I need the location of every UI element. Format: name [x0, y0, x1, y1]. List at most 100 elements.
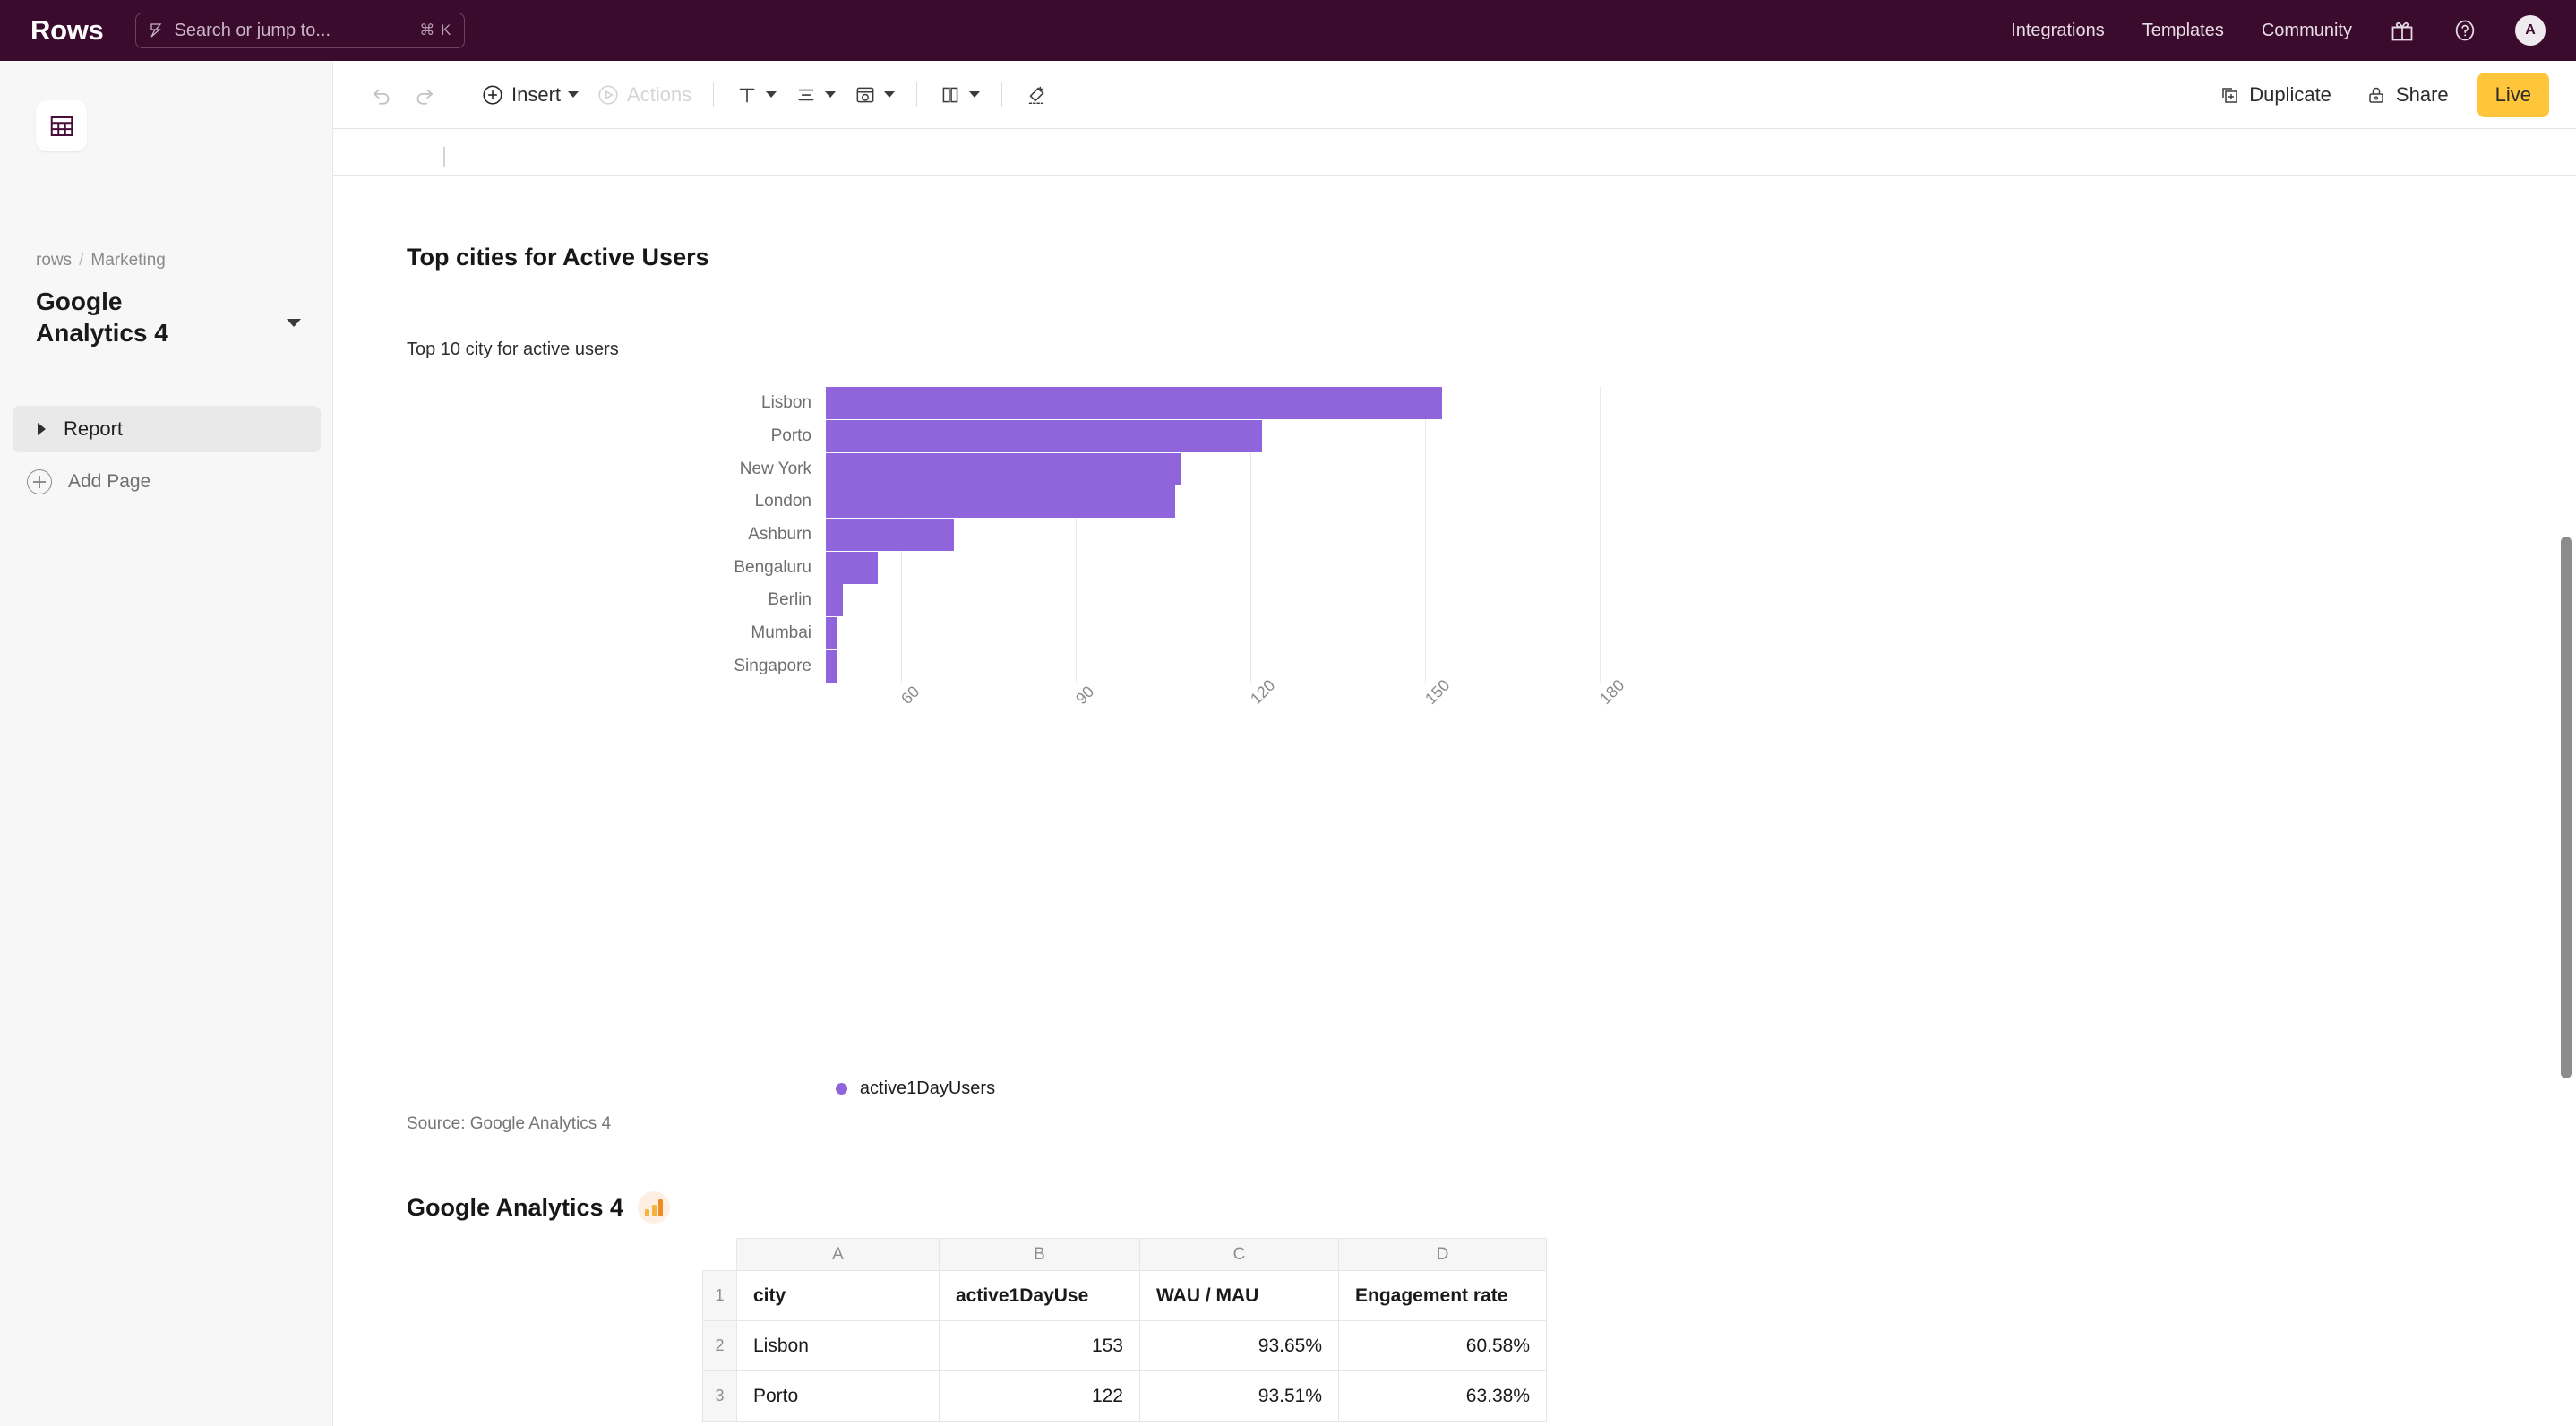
- cell-a3[interactable]: Porto: [736, 1370, 940, 1422]
- y-axis-category-label: Bengaluru: [734, 557, 811, 577]
- live-button[interactable]: Live: [2477, 72, 2549, 117]
- cell-d1[interactable]: Engagement rate: [1338, 1270, 1547, 1321]
- chevron-right-icon[interactable]: [38, 423, 46, 435]
- text-format-button[interactable]: [726, 73, 786, 116]
- chart-bar[interactable]: [826, 584, 844, 617]
- sidebar-item-label: Report: [64, 417, 124, 440]
- align-button[interactable]: [786, 73, 845, 116]
- theme-palette-button[interactable]: [845, 73, 904, 116]
- cell-b1[interactable]: active1DayUse: [939, 1270, 1140, 1321]
- cell-d2[interactable]: 60.58%: [1338, 1320, 1547, 1371]
- chart-gridline: [1424, 387, 1426, 683]
- chart-bar-row[interactable]: Mumbai: [751, 617, 837, 649]
- chart-bar[interactable]: [826, 452, 1181, 485]
- cell-b2[interactable]: 153: [939, 1320, 1140, 1371]
- chart-bar-row[interactable]: Singapore: [734, 649, 837, 683]
- y-axis-category-label: Berlin: [768, 590, 811, 610]
- redo-button[interactable]: [403, 73, 446, 116]
- chart-bar[interactable]: [826, 485, 1175, 519]
- chart-bar-row[interactable]: New York: [740, 452, 1181, 485]
- chart-bar[interactable]: [826, 617, 837, 649]
- actions-label: Actions: [627, 82, 692, 106]
- y-axis-category-label: Singapore: [734, 656, 811, 675]
- nav-templates[interactable]: Templates: [2142, 21, 2224, 41]
- bolt-icon: [149, 22, 163, 39]
- breadcrumb-folder[interactable]: Marketing: [90, 251, 165, 271]
- chart-title: Top cities for Active Users: [407, 244, 709, 271]
- add-page-button[interactable]: Add Page: [27, 469, 150, 494]
- table-row: 3 Porto 122 93.51% 63.38%: [702, 1370, 1547, 1422]
- chart-bar[interactable]: [826, 387, 1443, 420]
- layout-button[interactable]: [930, 73, 989, 116]
- sidebar-item-report[interactable]: Report: [13, 406, 321, 452]
- chart-bar-row[interactable]: Berlin: [768, 584, 844, 617]
- cell-c2[interactable]: 93.65%: [1139, 1320, 1339, 1371]
- toolbar-left-group: Insert Actions: [333, 73, 1058, 116]
- toolbar-divider: [916, 82, 918, 107]
- gift-icon[interactable]: [2390, 18, 2415, 43]
- chevron-down-icon[interactable]: [766, 91, 777, 98]
- share-button[interactable]: Share: [2353, 73, 2461, 116]
- nav-community[interactable]: Community: [2262, 21, 2352, 41]
- document-title-row[interactable]: Google Analytics 4: [36, 287, 301, 348]
- bar-chart[interactable]: Lisbon Porto New York London Ashburn Bengalur…: [387, 387, 1627, 745]
- chart-bar[interactable]: [826, 551, 879, 584]
- nav-integrations[interactable]: Integrations: [2011, 21, 2105, 41]
- search-input[interactable]: Search or jump to... ⌘ K: [135, 13, 466, 48]
- chart-bar-row[interactable]: Ashburn: [748, 519, 954, 551]
- duplicate-label: Duplicate: [2249, 82, 2331, 106]
- undo-button[interactable]: [360, 73, 403, 116]
- chevron-down-icon[interactable]: [287, 319, 301, 327]
- column-header-c[interactable]: C: [1139, 1238, 1339, 1271]
- help-circle-icon[interactable]: [2452, 18, 2477, 43]
- chart-bar[interactable]: [826, 420, 1262, 452]
- cell-d3[interactable]: 63.38%: [1338, 1370, 1547, 1422]
- duplicate-button[interactable]: Duplicate: [2206, 73, 2344, 116]
- chart-bar[interactable]: [826, 519, 954, 551]
- document-canvas: Top cities for Active Users Top 10 city …: [333, 129, 2576, 1426]
- cell-a1[interactable]: city: [736, 1270, 940, 1321]
- chart-subtitle: Top 10 city for active users: [407, 339, 619, 359]
- y-axis-category-label: Porto: [770, 426, 811, 445]
- breadcrumb-workspace[interactable]: rows: [36, 251, 72, 271]
- avatar[interactable]: A: [2515, 15, 2546, 46]
- chevron-down-icon[interactable]: [884, 91, 896, 98]
- cell-a2[interactable]: Lisbon: [736, 1320, 940, 1371]
- chevron-down-icon[interactable]: [825, 91, 837, 98]
- chart-source: Source: Google Analytics 4: [407, 1114, 612, 1133]
- spreadsheet-icon[interactable]: [36, 100, 87, 151]
- google-analytics-icon: [638, 1191, 671, 1224]
- rows-logo[interactable]: Rows: [30, 14, 104, 47]
- legend-color-swatch: [835, 1083, 847, 1095]
- y-axis-category-label: Ashburn: [748, 525, 811, 544]
- spreadsheet-table[interactable]: A B C D 1 city active1DayUse WAU / MAU E…: [702, 1238, 1547, 1422]
- cell-c3[interactable]: 93.51%: [1139, 1370, 1339, 1422]
- row-number[interactable]: 3: [702, 1370, 737, 1422]
- actions-button[interactable]: Actions: [588, 73, 700, 116]
- clear-formatting-button[interactable]: [1015, 73, 1058, 116]
- row-number[interactable]: 1: [702, 1270, 737, 1321]
- row-number[interactable]: 2: [702, 1320, 737, 1371]
- chart-bar-row[interactable]: Bengaluru: [734, 551, 879, 584]
- column-header-a[interactable]: A: [736, 1238, 940, 1271]
- sheet-corner[interactable]: [702, 1238, 737, 1271]
- chart-legend: active1DayUsers: [333, 1078, 1498, 1099]
- search-shortcut: ⌘ K: [419, 21, 452, 39]
- chart-bar-row[interactable]: Porto: [771, 420, 1262, 452]
- column-header-b[interactable]: B: [939, 1238, 1140, 1271]
- top-bar: Rows Search or jump to... ⌘ K Integratio…: [0, 0, 2576, 61]
- toolbar-right-group: Duplicate Share Live: [2206, 72, 2576, 117]
- chart-bar-row[interactable]: London: [755, 485, 1175, 519]
- chart-plot-area: Lisbon Porto New York London Ashburn Bengalur…: [734, 387, 1663, 683]
- chevron-down-icon[interactable]: [568, 91, 580, 98]
- vertical-scrollbar[interactable]: [2561, 537, 2572, 1078]
- chevron-down-icon[interactable]: [969, 91, 981, 98]
- column-header-row: A B C D: [702, 1238, 1547, 1271]
- column-header-d[interactable]: D: [1338, 1238, 1547, 1271]
- chart-bar-row[interactable]: Lisbon: [761, 387, 1443, 420]
- chart-bar[interactable]: [826, 649, 837, 683]
- cell-c1[interactable]: WAU / MAU: [1139, 1270, 1339, 1321]
- cursor-caret: [443, 147, 445, 167]
- insert-button[interactable]: Insert: [472, 73, 588, 116]
- cell-b3[interactable]: 122: [939, 1370, 1140, 1422]
